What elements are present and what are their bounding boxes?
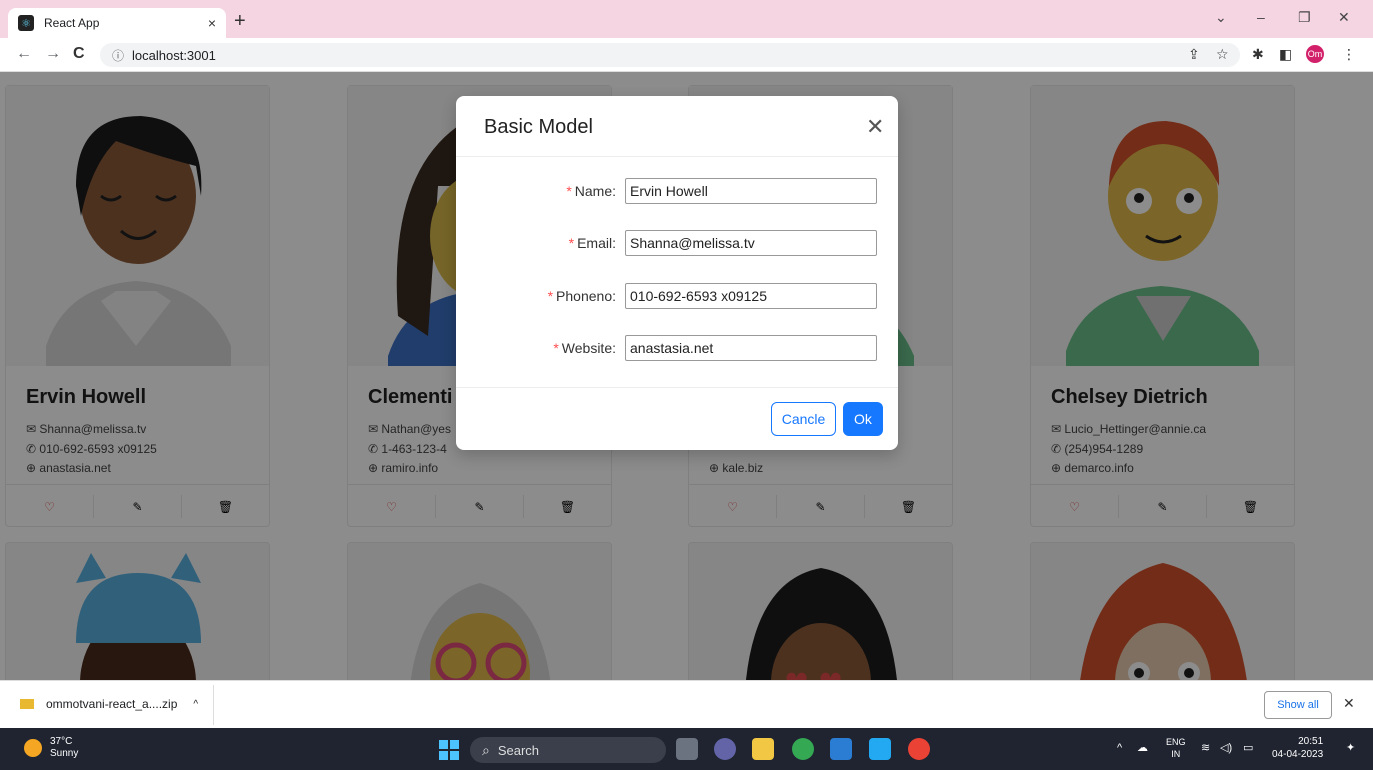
zip-folder-icon (20, 699, 34, 709)
word-icon[interactable] (830, 738, 852, 760)
phone-label: * Phoneno: (547, 288, 616, 304)
temperature: 37°C (50, 736, 73, 747)
weather-widget[interactable]: 37°C Sunny (24, 736, 78, 760)
show-all-button[interactable]: Show all (1264, 691, 1332, 719)
windows-taskbar: 37°C Sunny ⌕ Search ^ ☁ ENG IN ≋ ◁) ▭ 20… (0, 728, 1373, 770)
battery-icon[interactable]: ▭ (1243, 741, 1253, 754)
chrome-icon[interactable] (792, 738, 814, 760)
phone-field[interactable] (625, 283, 877, 309)
website-field[interactable] (625, 335, 877, 361)
taskbar-search[interactable]: ⌕ Search (470, 737, 666, 763)
url-text: localhost:3001 (132, 47, 216, 63)
email-field[interactable] (625, 230, 877, 256)
restore-button[interactable]: ❐ (1298, 9, 1311, 26)
new-tab-button[interactable]: + (234, 10, 246, 33)
name-field[interactable] (625, 178, 877, 204)
address-bar: ← → C ⓘ localhost:3001 ⇪ ☆ ✱ ◧ Om ⋮ (0, 38, 1373, 72)
sun-icon (24, 739, 42, 757)
browser-tab[interactable]: ⚛ React App × (8, 8, 226, 38)
download-bar-close-icon[interactable]: ✕ (1343, 695, 1355, 712)
tab-search-icon[interactable]: ⌄ (1215, 9, 1227, 26)
site-info-icon[interactable]: ⓘ (112, 47, 124, 64)
side-panel-icon[interactable]: ◧ (1279, 46, 1292, 63)
reload-icon[interactable]: C (73, 45, 85, 63)
extensions-puzzle-icon[interactable]: ✱ (1252, 46, 1264, 63)
download-separator (213, 685, 214, 725)
teams-chat-icon[interactable] (714, 738, 736, 760)
ok-button[interactable]: Ok (843, 402, 883, 436)
forward-arrow-icon[interactable]: → (45, 45, 61, 63)
minimize-button[interactable]: – (1257, 9, 1265, 25)
email-label: * Email: (568, 235, 616, 251)
bookmark-star-icon[interactable]: ☆ (1216, 46, 1229, 63)
tray-overflow-icon[interactable]: ^ (1117, 742, 1122, 754)
browser-tab-bar: ⚛ React App × + ⌄ – ❐ ✕ (0, 0, 1373, 38)
chrome-profile-icon[interactable] (908, 738, 930, 760)
cancel-button[interactable]: Cancle (771, 402, 836, 436)
weather-condition: Sunny (50, 748, 79, 759)
website-row: * Website: (456, 335, 898, 361)
name-row: * Name: (456, 178, 898, 204)
profile-avatar[interactable]: Om (1306, 45, 1324, 63)
window-close-button[interactable]: ✕ (1338, 9, 1350, 26)
file-explorer-icon[interactable] (752, 738, 774, 760)
download-bar: ommotvani-react_a....zip ^ Show all ✕ (0, 680, 1373, 728)
notification-icon[interactable]: ✦ (1346, 741, 1355, 754)
email-row: * Email: (456, 230, 898, 256)
chevron-up-icon[interactable]: ^ (193, 699, 198, 710)
phone-row: * Phoneno: (456, 283, 898, 309)
url-input[interactable]: ⓘ localhost:3001 (100, 43, 1240, 67)
volume-icon[interactable]: ◁) (1220, 741, 1232, 754)
share-icon[interactable]: ⇪ (1188, 46, 1200, 63)
search-icon: ⌕ (482, 741, 490, 758)
download-filename: ommotvani-react_a....zip (46, 697, 178, 711)
language-indicator[interactable]: ENG IN (1166, 736, 1186, 760)
react-favicon-icon: ⚛ (18, 15, 34, 31)
modal-header-divider (456, 156, 898, 157)
modal-title: Basic Model (484, 116, 593, 138)
task-view-icon[interactable] (676, 738, 698, 760)
download-item[interactable]: ommotvani-react_a....zip ^ (20, 697, 198, 711)
tab-title: React App (44, 16, 100, 30)
website-label: * Website: (553, 340, 616, 356)
clock[interactable]: 20:51 04-04-2023 (1272, 735, 1323, 761)
modal-close-icon[interactable]: ✕ (866, 114, 884, 140)
windows-start-icon[interactable] (439, 740, 459, 760)
weather-tray-icon[interactable]: ☁ (1137, 741, 1148, 754)
vscode-icon[interactable] (869, 738, 891, 760)
browser-menu-icon[interactable]: ⋮ (1342, 46, 1356, 63)
edit-user-modal: Basic Model ✕ *Name: *Email: *Phoneno: *… (456, 96, 898, 450)
name-label: * Name: (566, 183, 616, 199)
wifi-icon[interactable]: ≋ (1201, 741, 1210, 754)
modal-footer-divider (456, 387, 898, 388)
tab-close-icon[interactable]: × (208, 15, 216, 31)
back-arrow-icon[interactable]: ← (16, 45, 32, 63)
